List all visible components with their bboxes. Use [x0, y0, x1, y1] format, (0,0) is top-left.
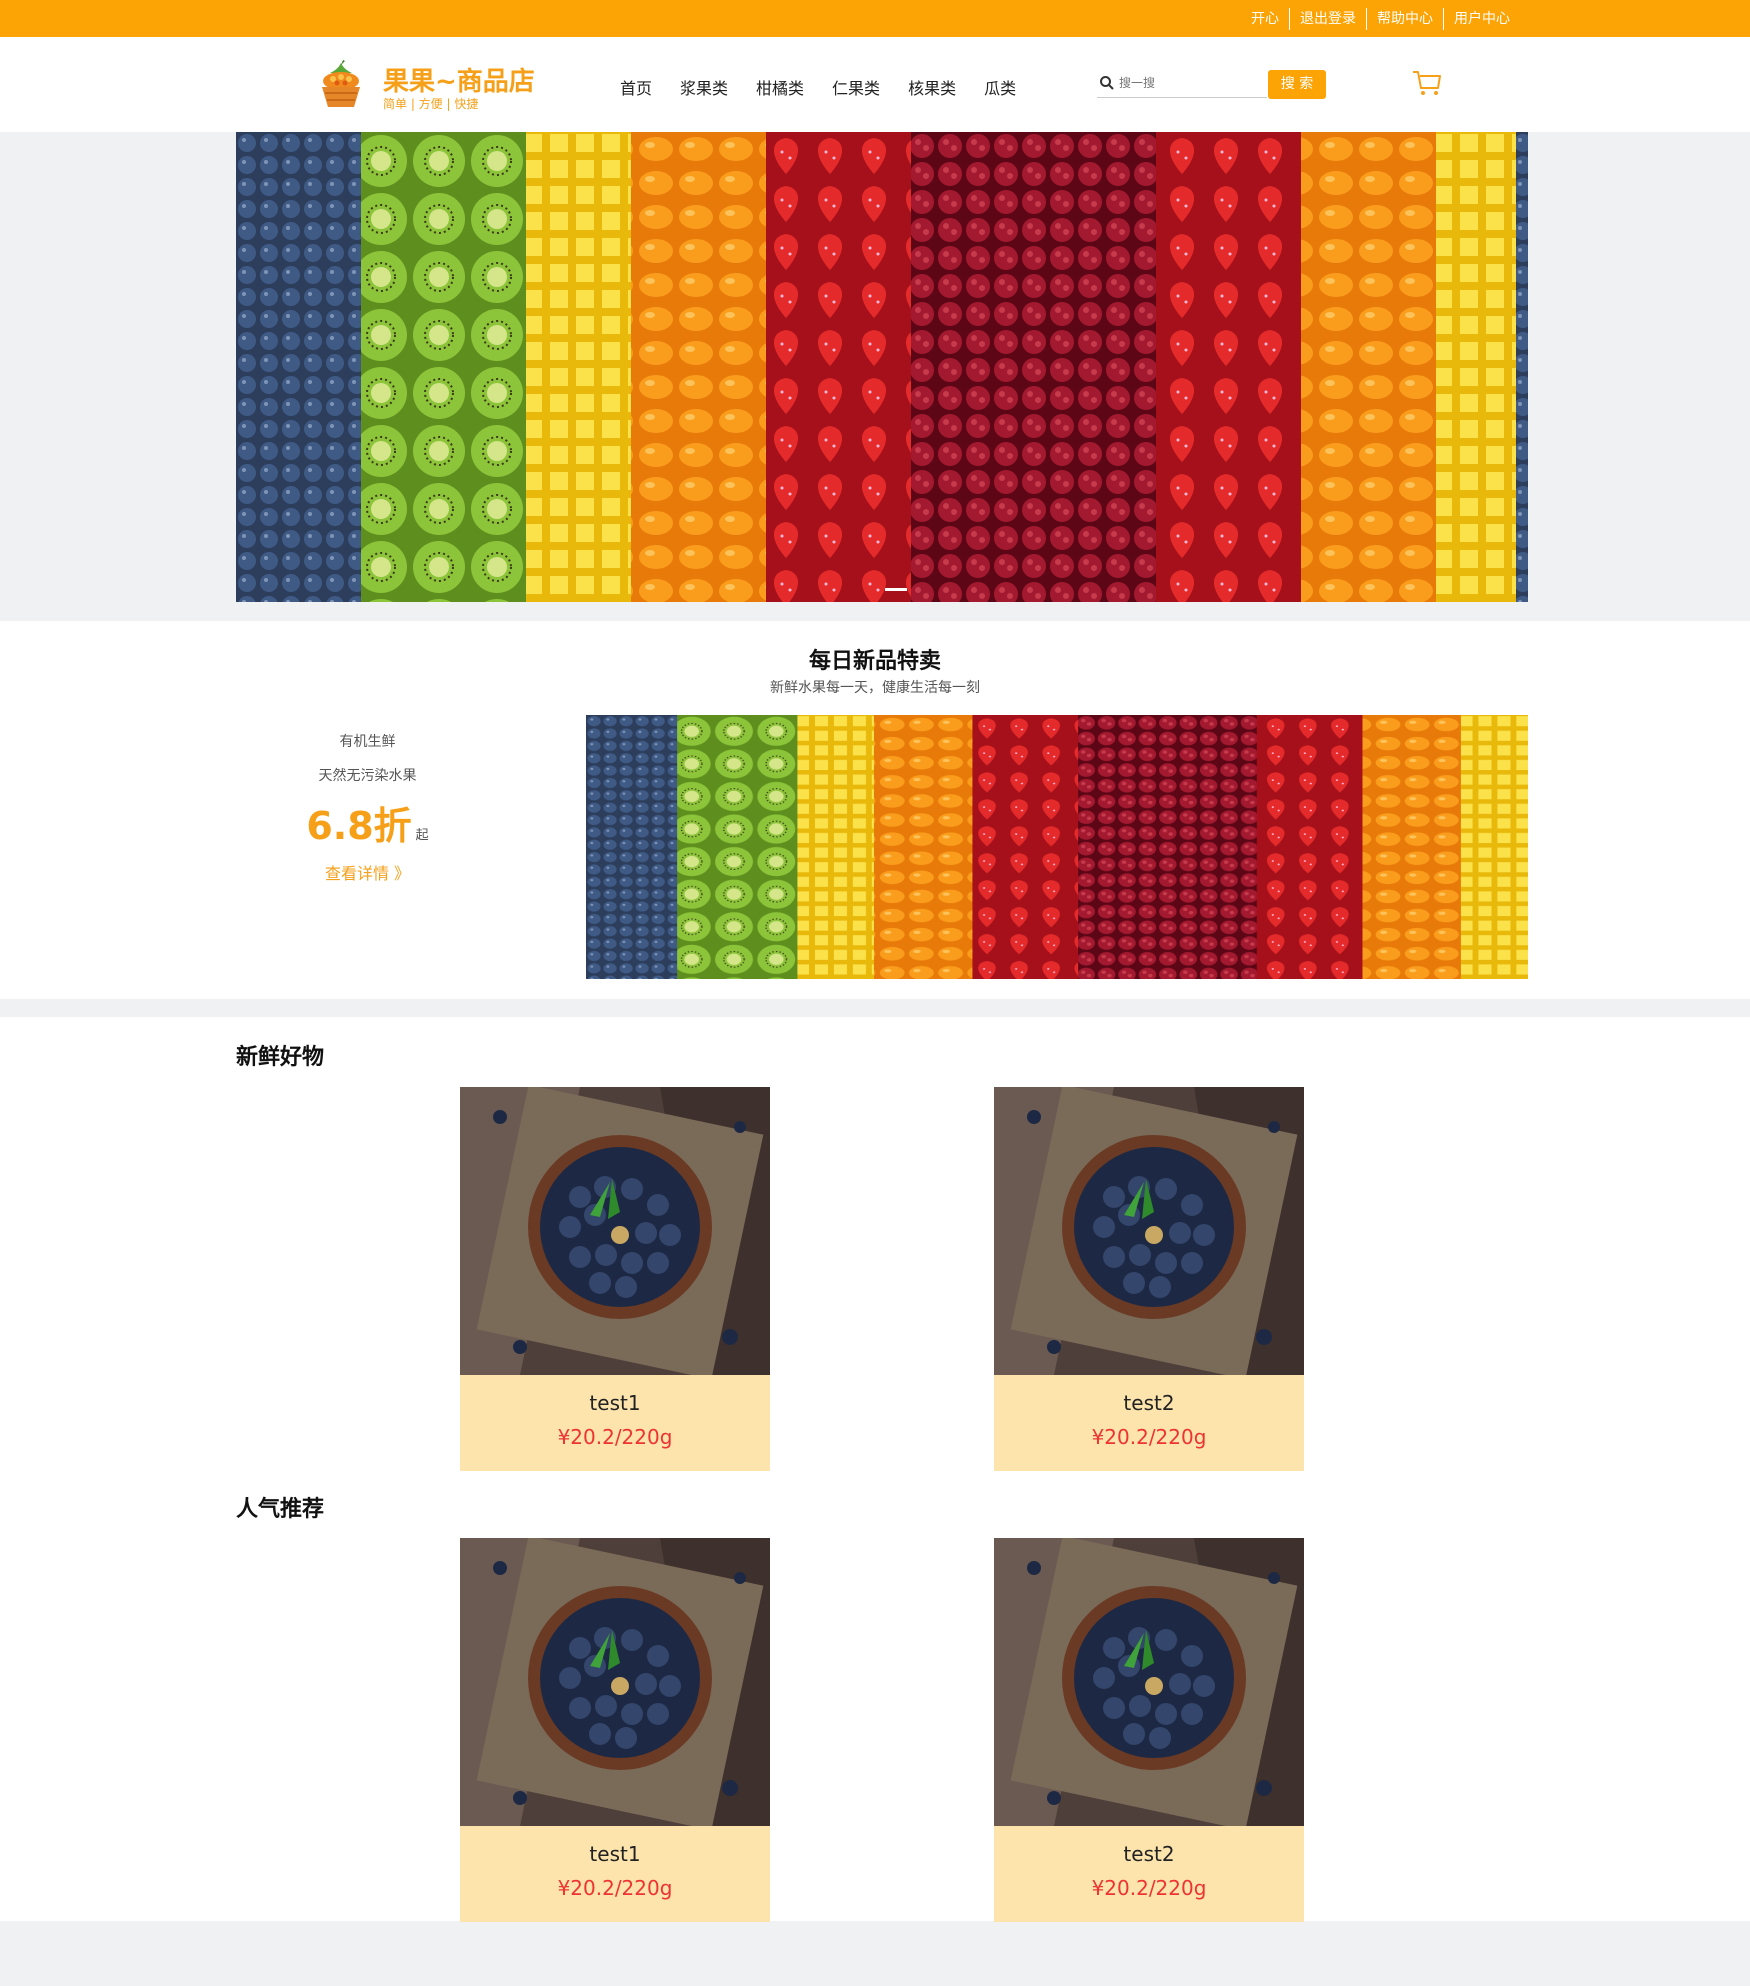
product-price: ¥20.2/220g: [1091, 1876, 1207, 1900]
daily-special-title: 每日新品特卖: [808, 649, 941, 674]
search-input[interactable]: [1119, 72, 1259, 94]
product-info: test2 ¥20.2/220g: [994, 1375, 1304, 1471]
product-price: ¥20.2/220g: [1091, 1425, 1207, 1449]
section-title-popular: 人气推荐: [236, 1497, 325, 1522]
blueberry-bowl-image: [994, 1538, 1304, 1826]
product-card[interactable]: test1 ¥20.2/220g: [460, 1087, 770, 1471]
product-name[interactable]: test2: [994, 1375, 1304, 1415]
blueberry-bowl-image: [994, 1087, 1304, 1375]
product-name[interactable]: test1: [460, 1375, 770, 1415]
product-image[interactable]: [460, 1087, 770, 1375]
main-nav: 首页 浆果类 柑橘类 仁果类 核果类 瓜类: [620, 75, 1044, 99]
search-box: [1097, 68, 1267, 98]
header: 果果~商品店 简单 | 方便 | 快捷 首页 浆果类 柑橘类 仁果类 核果类 瓜…: [0, 37, 1750, 132]
top-link-user[interactable]: 开心: [1241, 8, 1289, 30]
search-icon: [1100, 76, 1114, 90]
daily-special-subtitle: 新鲜水果每一天，健康生活每一刻: [770, 680, 980, 696]
blueberry-bowl-image: [460, 1538, 770, 1826]
promo-discount: 6.8折起: [260, 795, 475, 850]
promo-line-2: 天然无污染水果: [318, 768, 417, 784]
product-name[interactable]: test2: [994, 1826, 1304, 1866]
product-card[interactable]: test2 ¥20.2/220g: [994, 1087, 1304, 1471]
top-links: 开心 退出登录 帮助中心 用户中心: [1241, 0, 1520, 37]
nav-item-berries[interactable]: 浆果类: [680, 75, 728, 99]
top-link-logout[interactable]: 退出登录: [1289, 7, 1366, 30]
fruit-basket-logo-icon[interactable]: [316, 59, 366, 111]
logo-subtitle: 简单 | 方便 | 快捷: [383, 97, 479, 111]
hero-banner[interactable]: [236, 132, 1528, 602]
promo-panel: 有机生鲜 天然无污染水果 6.8折起 查看详情 》: [260, 731, 475, 884]
product-image[interactable]: [994, 1087, 1304, 1375]
carousel-indicator[interactable]: [885, 588, 907, 591]
nav-item-home[interactable]: 首页: [620, 75, 652, 99]
nav-item-melons[interactable]: 瓜类: [984, 75, 1016, 99]
promo-details-link[interactable]: 查看详情 》: [260, 860, 475, 884]
daily-special-image[interactable]: [586, 715, 1528, 979]
top-link-help[interactable]: 帮助中心: [1366, 7, 1443, 30]
logo-title[interactable]: 果果~商品店: [383, 61, 535, 98]
blueberry-bowl-image: [460, 1087, 770, 1375]
nav-item-citrus[interactable]: 柑橘类: [756, 75, 804, 99]
product-info: test1 ¥20.2/220g: [460, 1375, 770, 1471]
product-image[interactable]: [994, 1538, 1304, 1826]
product-info: test2 ¥20.2/220g: [994, 1826, 1304, 1922]
nav-item-pome[interactable]: 仁果类: [832, 75, 880, 99]
top-link-user-center[interactable]: 用户中心: [1443, 7, 1520, 30]
fruit-image: [586, 715, 1528, 979]
promo-discount-value: 6.8折: [306, 804, 412, 848]
section-title-fresh: 新鲜好物: [236, 1045, 325, 1070]
products-area: 新鲜好物 test1 ¥20.2/220g test2 ¥20.2/220g 人…: [0, 1017, 1750, 1922]
cart-icon[interactable]: [1411, 67, 1443, 99]
product-image[interactable]: [460, 1538, 770, 1826]
product-price: ¥20.2/220g: [557, 1876, 673, 1900]
promo-line-1: 有机生鲜: [339, 734, 396, 750]
top-bar: 开心 退出登录 帮助中心 用户中心: [0, 0, 1750, 37]
product-card[interactable]: test1 ¥20.2/220g: [460, 1538, 770, 1922]
product-name[interactable]: test1: [460, 1826, 770, 1866]
search-button[interactable]: 搜 索: [1268, 70, 1326, 99]
product-price: ¥20.2/220g: [557, 1425, 673, 1449]
fruit-banner-image: [236, 132, 1528, 602]
product-card[interactable]: test2 ¥20.2/220g: [994, 1538, 1304, 1922]
daily-special-section: 每日新品特卖 新鲜水果每一天，健康生活每一刻 有机生鲜 天然无污染水果 6.8折…: [0, 621, 1750, 999]
nav-item-stone-fruit[interactable]: 核果类: [908, 75, 956, 99]
product-info: test1 ¥20.2/220g: [460, 1826, 770, 1922]
promo-discount-suffix: 起: [415, 828, 429, 843]
